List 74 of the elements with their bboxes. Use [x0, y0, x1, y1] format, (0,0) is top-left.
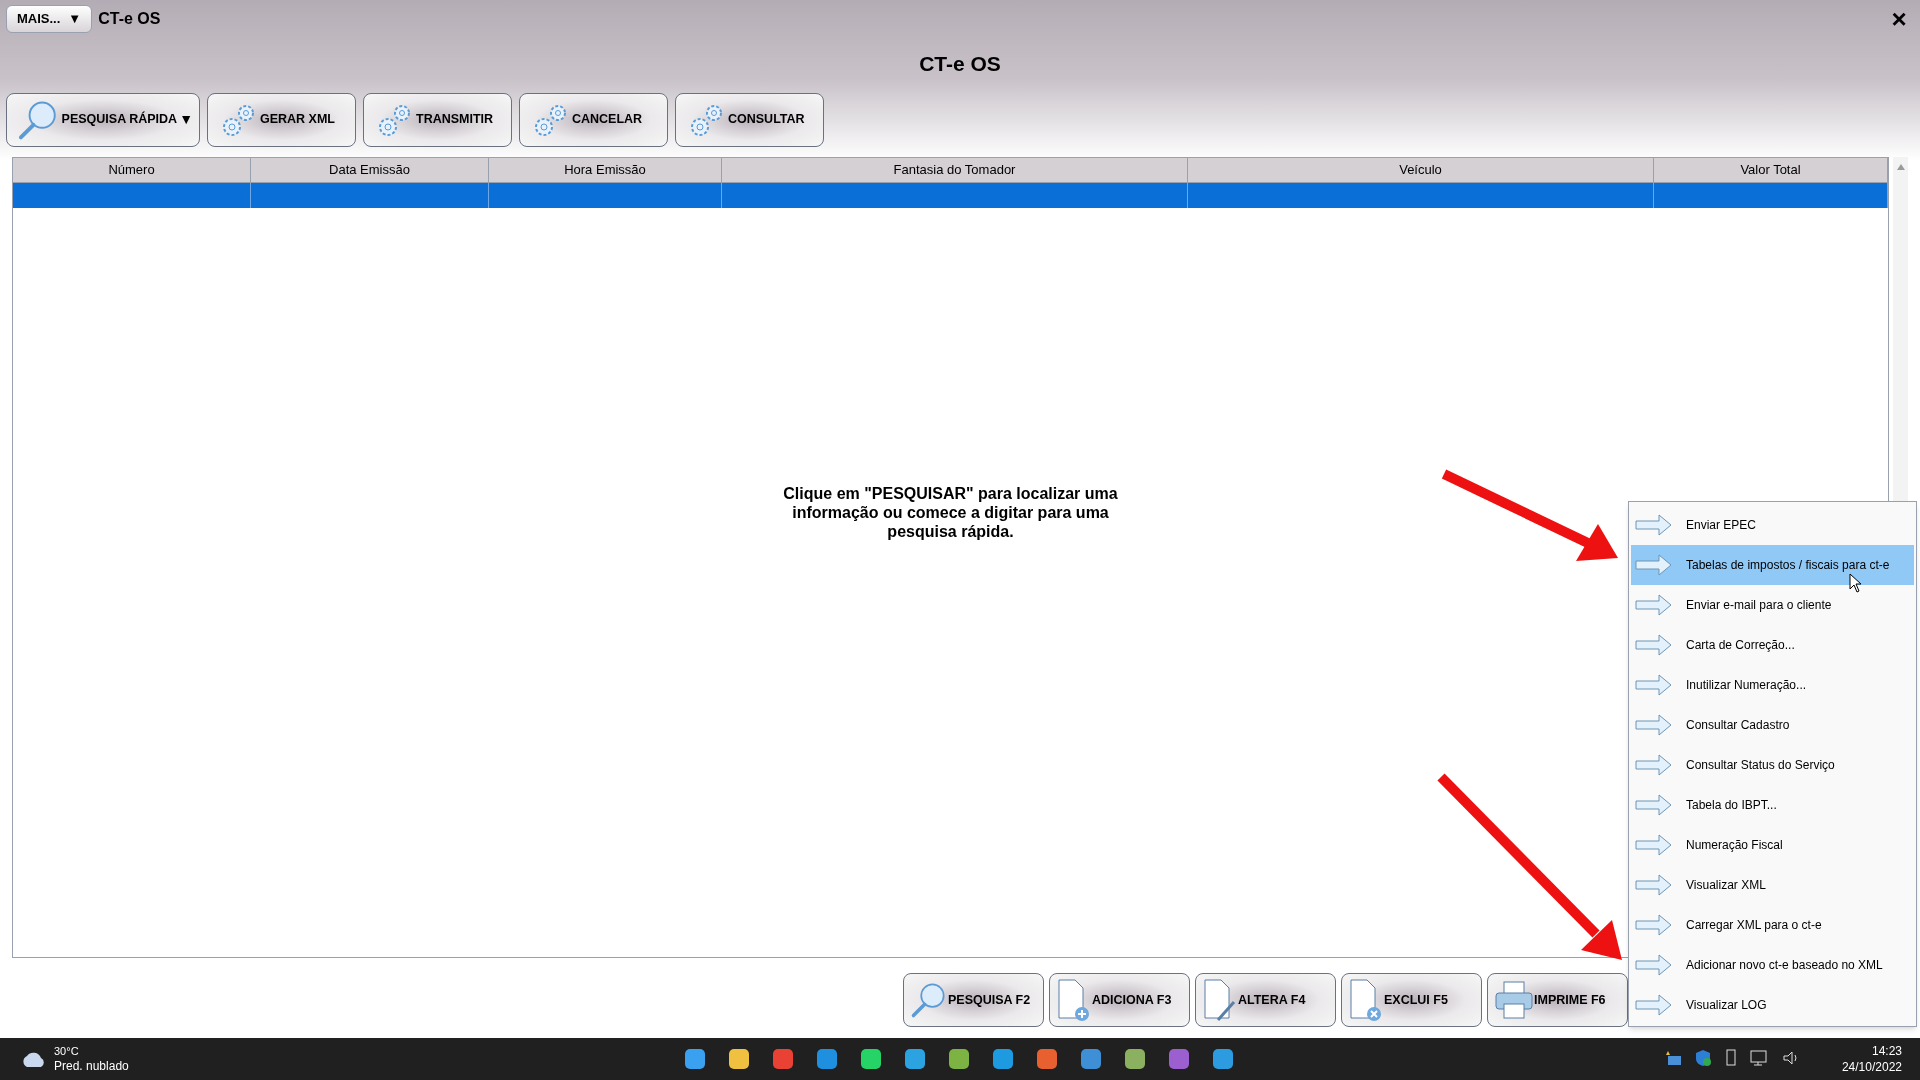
column-header[interactable]: Valor Total: [1654, 158, 1888, 182]
menu-item[interactable]: Consultar Cadastro: [1631, 705, 1914, 745]
app-icon[interactable]: [859, 1047, 883, 1071]
menu-item[interactable]: Adicionar novo ct-e baseado no XML: [1631, 945, 1914, 985]
action-button[interactable]: IMPRIME F6: [1487, 973, 1628, 1027]
app-icon[interactable]: [1123, 1047, 1147, 1071]
app-icon[interactable]: [1211, 1047, 1235, 1071]
column-header[interactable]: Fantasia do Tomador: [722, 158, 1188, 182]
menu-item[interactable]: Carregar XML para o ct-e: [1631, 905, 1914, 945]
more-dropdown[interactable]: MAIS... ▼: [6, 5, 93, 33]
app-icon[interactable]: [683, 1047, 707, 1071]
scroll-up-icon[interactable]: [1895, 163, 1906, 171]
clock-time[interactable]: 14:23: [1871, 1043, 1902, 1059]
close-button[interactable]: ×: [1884, 4, 1914, 34]
toolbar-button[interactable]: GERAR XML: [207, 92, 356, 147]
toolbar-button[interactable]: TRANSMITIR: [363, 92, 512, 147]
arrow-icon: [1635, 714, 1672, 736]
app-icon[interactable]: [1079, 1047, 1103, 1071]
tray-icon[interactable]: [1664, 1050, 1682, 1066]
arrow-icon: [1635, 994, 1672, 1016]
weather-text: Pred. nublado: [54, 1059, 129, 1074]
arrow-icon: [1635, 674, 1672, 696]
action-button[interactable]: ALTERA F4: [1195, 973, 1336, 1027]
arrow-icon: [1635, 514, 1672, 536]
arrow-icon: [1635, 874, 1672, 896]
action-button[interactable]: PESQUISA F2: [903, 973, 1044, 1027]
menu-item[interactable]: Consultar Status do Serviço: [1631, 745, 1914, 785]
menu-item[interactable]: Visualizar LOG: [1631, 985, 1914, 1025]
network-icon[interactable]: [1750, 1049, 1770, 1067]
app-icon[interactable]: [1035, 1047, 1059, 1071]
menu-item[interactable]: Tabelas de impostos / fiscais para ct-e: [1631, 545, 1914, 585]
page-heading: CT-e OS: [919, 51, 1001, 77]
action-button[interactable]: EXCLUI F5: [1341, 973, 1482, 1027]
column-header[interactable]: Número: [13, 158, 251, 182]
column-header[interactable]: Hora Emissão: [489, 158, 722, 182]
column-header[interactable]: Data Emissão: [251, 158, 489, 182]
document-delete-icon: [1348, 978, 1384, 1022]
cursor-icon: [1849, 573, 1862, 593]
action-button[interactable]: ADICIONA F3: [1049, 973, 1190, 1027]
app-icon[interactable]: [991, 1047, 1015, 1071]
arrow-icon: [1635, 594, 1672, 616]
arrow-icon: [1635, 554, 1672, 576]
menu-item[interactable]: Carta de Correção...: [1631, 625, 1914, 665]
arrow-icon: [1635, 914, 1672, 936]
column-header[interactable]: Veículo: [1188, 158, 1654, 182]
app-icon[interactable]: [727, 1047, 751, 1071]
search-icon: [910, 981, 948, 1019]
app-icon[interactable]: [815, 1047, 839, 1071]
menu-item[interactable]: Visualizar XML: [1631, 865, 1914, 905]
app-icon[interactable]: [771, 1047, 795, 1071]
toolbar-button[interactable]: CONSULTAR: [675, 92, 824, 147]
arrow-icon: [1635, 834, 1672, 856]
toolbar-button[interactable]: PESQUISA RÁPIDA▼: [6, 92, 200, 147]
menu-item[interactable]: Inutilizar Numeração...: [1631, 665, 1914, 705]
shield-icon[interactable]: [1694, 1049, 1712, 1067]
arrow-icon: [1635, 754, 1672, 776]
clock-date[interactable]: 24/10/2022: [1841, 1059, 1902, 1075]
menu-item[interactable]: Tabela do IBPT...: [1631, 785, 1914, 825]
document-add-icon: [1056, 978, 1092, 1022]
arrow-icon: [1635, 634, 1672, 656]
document-edit-icon: [1202, 978, 1238, 1022]
arrow-icon: [1635, 954, 1672, 976]
arrow-icon: [1635, 794, 1672, 816]
temperature: 30°C: [54, 1044, 80, 1059]
menu-item[interactable]: Enviar EPEC: [1631, 505, 1914, 545]
app-icon[interactable]: [903, 1047, 927, 1071]
menu-item[interactable]: Enviar e-mail para o cliente: [1631, 585, 1914, 625]
toolbar-button[interactable]: CANCELAR: [519, 92, 668, 147]
menu-item[interactable]: Numeração Fiscal: [1631, 825, 1914, 865]
window-title: CT-e OS: [98, 9, 161, 29]
hint-message: Clique em "PESQUISAR" para localizar uma informação ou comece a digitar para uma pesquisa rápida.: [782, 484, 1119, 541]
volume-icon[interactable]: [1782, 1050, 1800, 1066]
app-icon[interactable]: [947, 1047, 971, 1071]
printer-icon: [1494, 980, 1534, 1020]
